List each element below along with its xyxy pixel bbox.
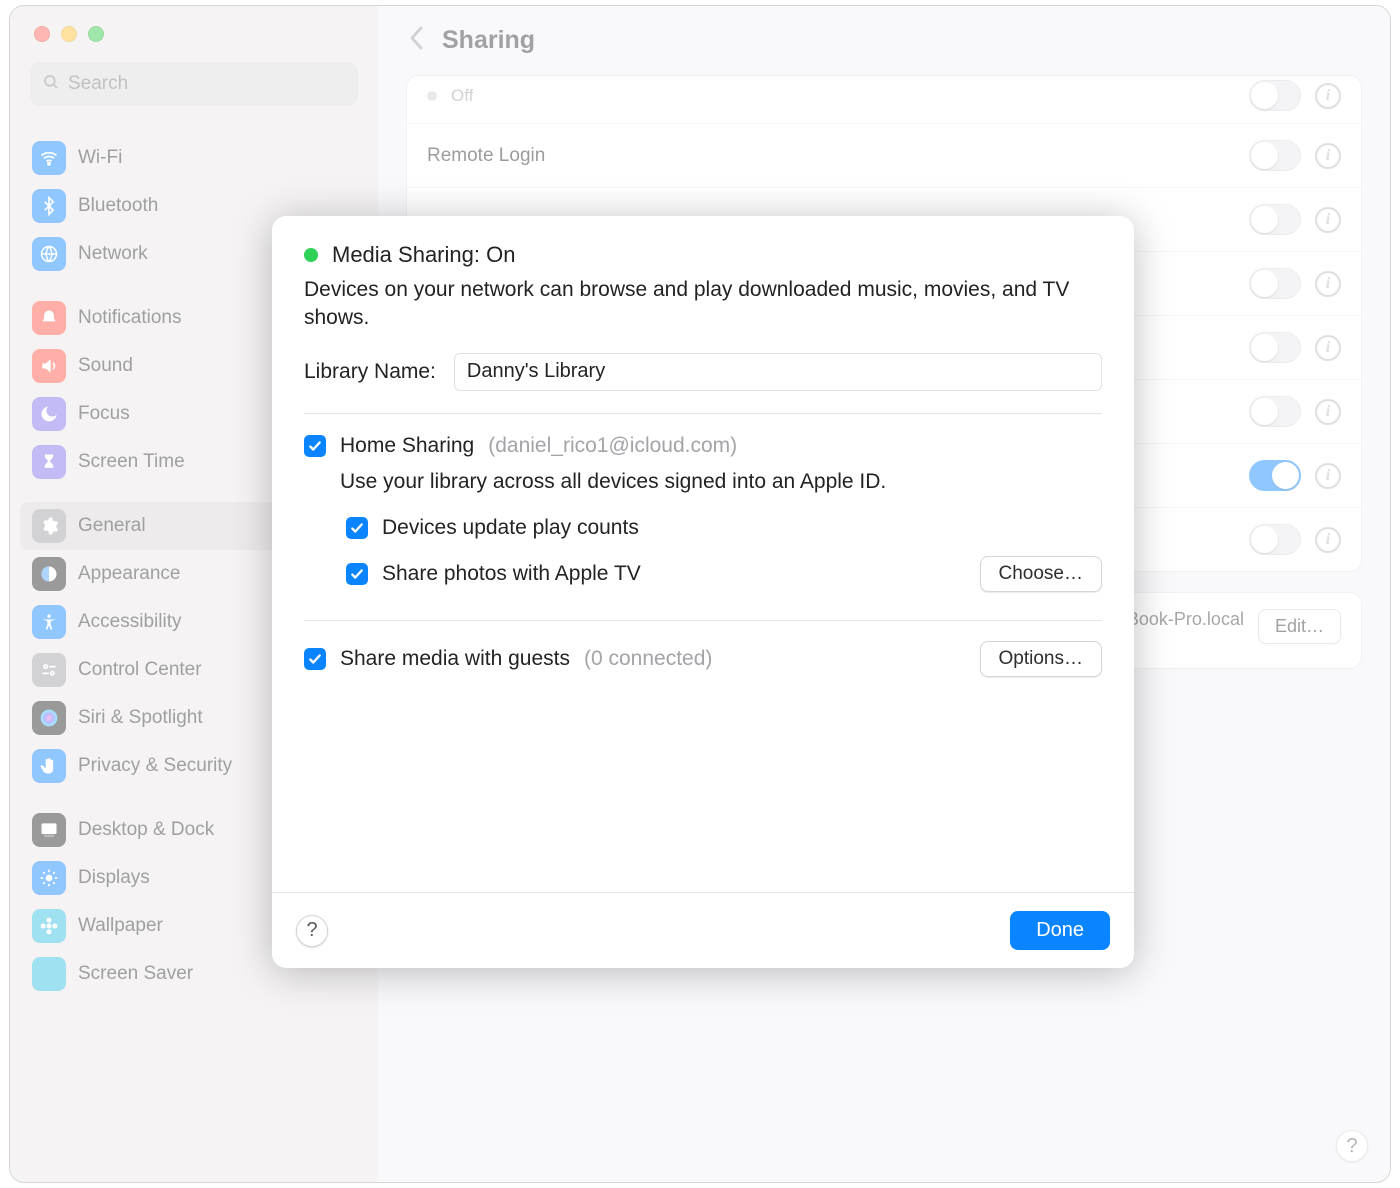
- sidebar-item-label: Accessibility: [78, 611, 181, 633]
- toggle-remote-login[interactable]: [1249, 140, 1301, 171]
- flower-icon: [32, 909, 66, 943]
- sidebar-item-wi-fi[interactable]: Wi-Fi: [20, 134, 368, 182]
- home-sharing-label: Home Sharing: [340, 434, 474, 458]
- sheet-description: Devices on your network can browse and p…: [304, 276, 1102, 333]
- toggle[interactable]: [1249, 80, 1301, 111]
- toggle[interactable]: [1249, 204, 1301, 235]
- toggle[interactable]: [1249, 332, 1301, 363]
- library-name-label: Library Name:: [304, 360, 436, 384]
- choose-photos-button[interactable]: Choose…: [980, 556, 1103, 592]
- media-sharing-sheet: Media Sharing: On Devices on your networ…: [272, 216, 1134, 968]
- help-button[interactable]: ?: [1336, 1130, 1368, 1162]
- dock-icon: [32, 813, 66, 847]
- siri-icon: [32, 701, 66, 735]
- info-icon[interactable]: i: [1315, 207, 1341, 233]
- toggle[interactable]: [1249, 524, 1301, 555]
- sidebar-item-label: Siri & Spotlight: [78, 707, 203, 729]
- wifi-icon: [32, 141, 66, 175]
- sidebar-item-label: Appearance: [78, 563, 180, 585]
- share-media-guests-checkbox[interactable]: [304, 648, 326, 670]
- library-name-input[interactable]: [454, 353, 1102, 391]
- devices-update-play-counts-label: Devices update play counts: [382, 516, 639, 540]
- search-input[interactable]: [68, 73, 346, 95]
- sidebar-item-label: Desktop & Dock: [78, 819, 214, 841]
- appearance-icon: [32, 557, 66, 591]
- off-label: Off: [451, 86, 473, 106]
- sheet-help-button[interactable]: ?: [296, 915, 328, 947]
- main-header: Sharing: [378, 6, 1390, 65]
- sun-icon: [32, 861, 66, 895]
- minimize-window-button[interactable]: [61, 26, 77, 42]
- sidebar-item-label: Control Center: [78, 659, 202, 681]
- sharing-row-prev: Off i: [407, 76, 1361, 124]
- window-controls: [10, 6, 378, 54]
- sharing-row-remote-login: Remote Login i: [407, 124, 1361, 188]
- acc-icon: [32, 605, 66, 639]
- guest-options-button[interactable]: Options…: [980, 641, 1102, 677]
- back-button[interactable]: [408, 24, 426, 57]
- search-icon: [42, 73, 60, 96]
- moon-icon: [32, 397, 66, 431]
- sidebar-item-label: Screen Time: [78, 451, 185, 473]
- bt-icon: [32, 189, 66, 223]
- toggle[interactable]: [1249, 460, 1301, 491]
- sidebar-item-label: Wi-Fi: [78, 147, 122, 169]
- info-icon[interactable]: i: [1315, 335, 1341, 361]
- sheet-title: Media Sharing: On: [332, 242, 515, 268]
- sidebar-item-label: Privacy & Security: [78, 755, 232, 777]
- info-icon[interactable]: i: [1315, 463, 1341, 489]
- done-button[interactable]: Done: [1010, 911, 1110, 950]
- devices-update-play-counts-checkbox[interactable]: [346, 517, 368, 539]
- status-indicator-on: [304, 248, 318, 262]
- share-photos-apple-tv-label: Share photos with Apple TV: [382, 562, 641, 586]
- home-sharing-checkbox[interactable]: [304, 435, 326, 457]
- search-field[interactable]: [30, 62, 358, 106]
- hourglass-icon: [32, 445, 66, 479]
- share-photos-apple-tv-checkbox[interactable]: [346, 563, 368, 585]
- sidebar-item-label: Notifications: [78, 307, 182, 329]
- info-icon[interactable]: i: [1315, 143, 1341, 169]
- home-sharing-desc: Use your library across all devices sign…: [340, 470, 1102, 494]
- guests-connected-count: (0 connected): [584, 647, 712, 671]
- home-sharing-account: (daniel_rico1@icloud.com): [488, 434, 737, 458]
- sidebar-item-label: Bluetooth: [78, 195, 158, 217]
- bell-icon: [32, 301, 66, 335]
- sidebar-item-label: Screen Saver: [78, 963, 193, 985]
- toggle[interactable]: [1249, 396, 1301, 427]
- share-media-guests-label: Share media with guests: [340, 647, 570, 671]
- edit-hostname-button[interactable]: Edit…: [1258, 609, 1341, 644]
- info-icon[interactable]: i: [1315, 399, 1341, 425]
- row-label: Remote Login: [427, 145, 545, 167]
- globe-icon: [32, 237, 66, 271]
- sidebar-item-label: Network: [78, 243, 148, 265]
- sound-icon: [32, 349, 66, 383]
- page-title: Sharing: [442, 26, 535, 55]
- info-icon[interactable]: i: [1315, 527, 1341, 553]
- sidebar-item-label: Focus: [78, 403, 130, 425]
- app-icon: [32, 957, 66, 991]
- gear-icon: [32, 509, 66, 543]
- zoom-window-button[interactable]: [88, 26, 104, 42]
- status-indicator-off: [427, 91, 437, 101]
- hand-icon: [32, 749, 66, 783]
- info-icon[interactable]: i: [1315, 271, 1341, 297]
- info-icon[interactable]: i: [1315, 83, 1341, 109]
- sidebar-item-label: Wallpaper: [78, 915, 163, 937]
- close-window-button[interactable]: [34, 26, 50, 42]
- toggle[interactable]: [1249, 268, 1301, 299]
- cc-icon: [32, 653, 66, 687]
- sidebar-item-label: Sound: [78, 355, 133, 377]
- sidebar-item-label: General: [78, 515, 146, 537]
- sidebar-item-label: Displays: [78, 867, 150, 889]
